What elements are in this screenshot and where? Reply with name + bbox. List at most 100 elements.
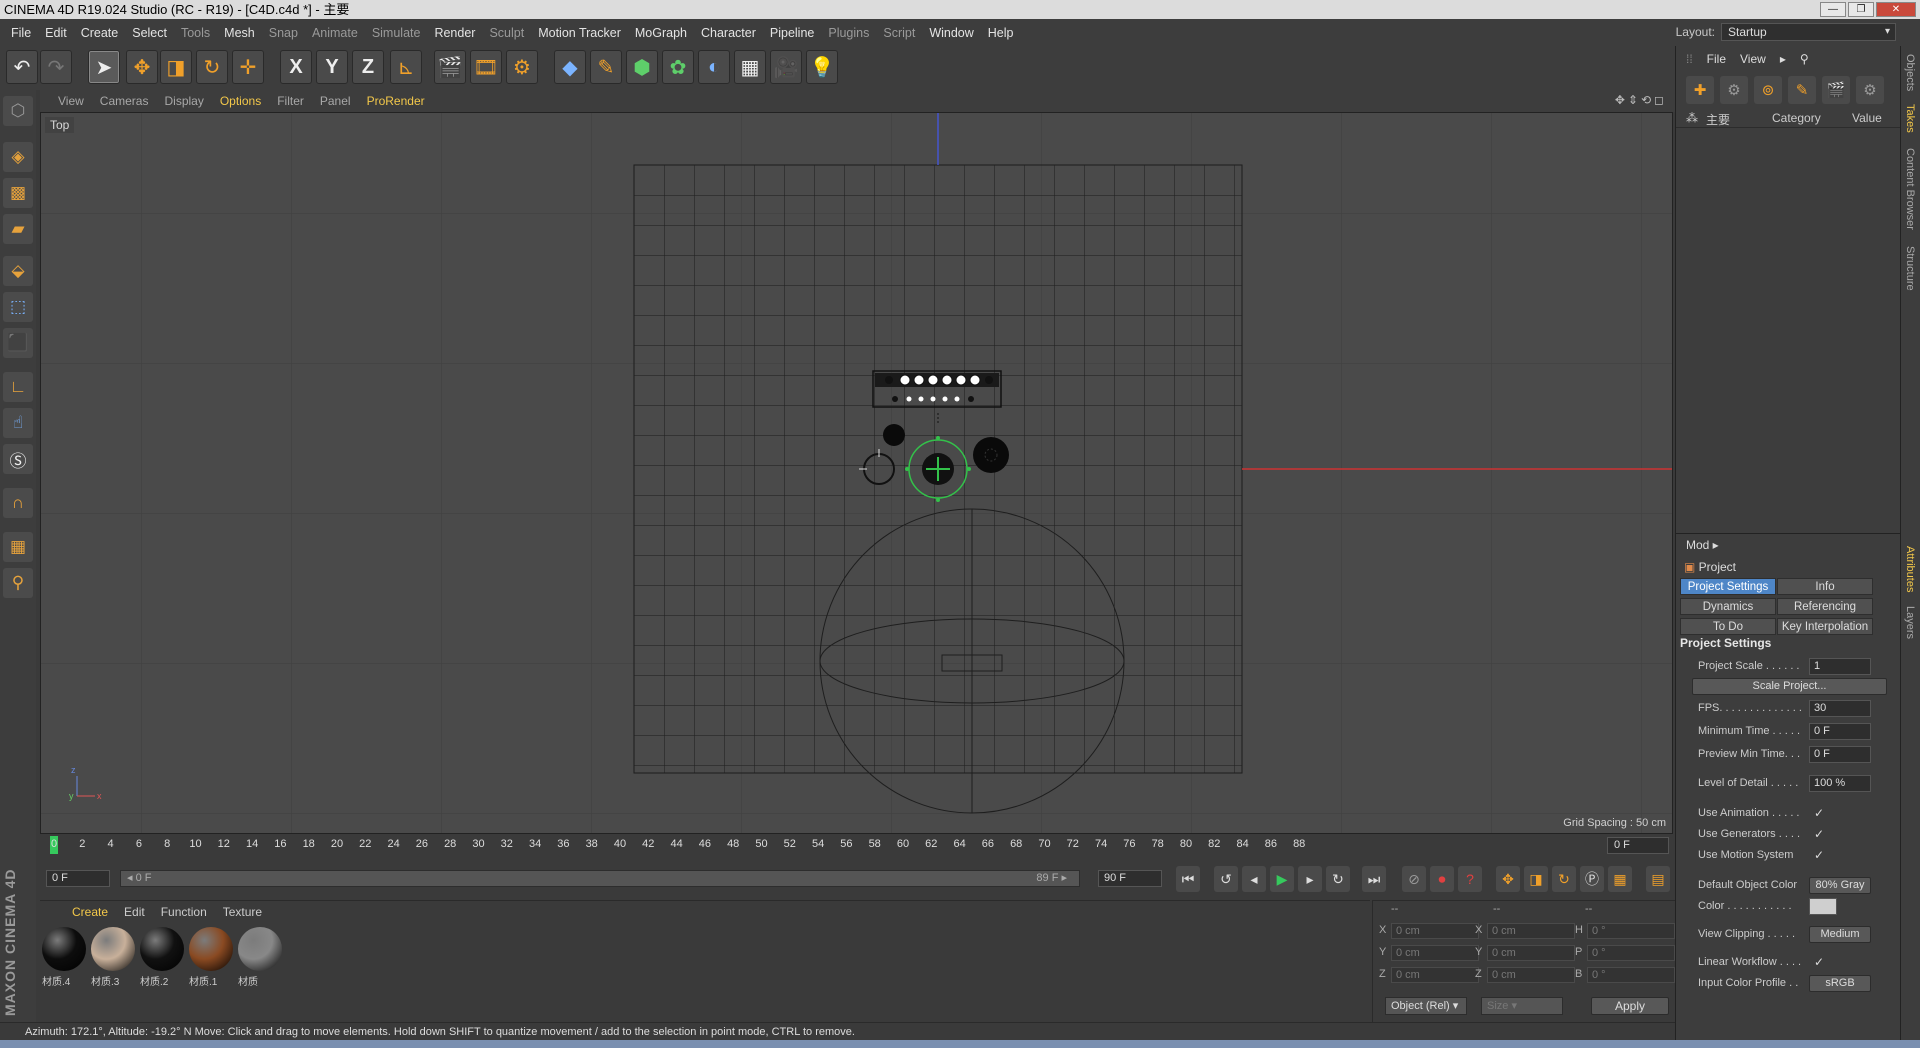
attr-mode-menu[interactable]: Mod <box>1686 538 1709 552</box>
menu-pipeline[interactable]: Pipeline <box>763 26 821 40</box>
viewport-menu-filter[interactable]: Filter <box>269 94 312 108</box>
make-editable-icon[interactable]: ⬡ <box>3 96 33 126</box>
start-frame-field[interactable]: 0 F <box>46 870 110 887</box>
menu-character[interactable]: Character <box>694 26 763 40</box>
preview-range-slider[interactable]: ◂ 0 F 89 F ▸ <box>120 870 1080 887</box>
undo-button[interactable]: ↶ <box>6 50 38 84</box>
model-mode-icon[interactable]: ◈ <box>3 142 33 172</box>
coord-field[interactable]: 0 cm <box>1487 967 1575 983</box>
autokey-icon[interactable]: ⏺ <box>1430 866 1454 892</box>
side-tab-takes[interactable]: Takes <box>1904 104 1916 133</box>
tab-to-do[interactable]: To Do <box>1680 618 1776 635</box>
coord-field[interactable]: 0 cm <box>1391 923 1479 939</box>
material-item[interactable]: 材质 <box>238 927 284 988</box>
viewport-label[interactable]: Top <box>45 117 75 133</box>
attr-field[interactable]: 0 F <box>1809 723 1871 740</box>
redo-button[interactable]: ↷ <box>40 50 72 84</box>
timeline-window-icon[interactable]: ▤ <box>1646 866 1670 892</box>
pen-spline-icon[interactable]: ✎ <box>590 50 622 84</box>
side-tab-attributes[interactable]: Attributes <box>1904 546 1916 592</box>
z-axis-button[interactable]: Z <box>352 50 384 84</box>
layout-select[interactable]: Startup <box>1721 23 1896 41</box>
value-column[interactable]: Value <box>1852 111 1882 125</box>
menu-select[interactable]: Select <box>125 26 174 40</box>
record-keys-icon[interactable]: ⊘ <box>1402 866 1426 892</box>
viewport-menu-display[interactable]: Display <box>156 94 211 108</box>
material-item[interactable]: 材质.2 <box>140 927 186 988</box>
key-position-icon[interactable]: ✥ <box>1496 866 1520 892</box>
transform-tool-icon[interactable]: ✛ <box>232 50 264 84</box>
maximize-button[interactable]: ❐ <box>1848 2 1874 17</box>
take-add-icon[interactable]: ✚ <box>1686 76 1714 104</box>
tab-project-settings[interactable]: Project Settings <box>1680 578 1776 595</box>
next-frame-icon[interactable]: ▸ <box>1298 866 1322 892</box>
menu-script[interactable]: Script <box>876 26 922 40</box>
key-parameter-icon[interactable]: Ⓟ <box>1580 866 1604 892</box>
coord-field[interactable]: 0 cm <box>1487 923 1575 939</box>
key-pla-icon[interactable]: ▦ <box>1608 866 1632 892</box>
menu-file[interactable]: File <box>4 26 38 40</box>
menu-mograph[interactable]: MoGraph <box>628 26 694 40</box>
attr-checkbox[interactable]: ✓ <box>1814 955 1824 969</box>
render-view-icon[interactable]: 🎬 <box>434 50 466 84</box>
tab-key-interpolation[interactable]: Key Interpolation <box>1777 618 1873 635</box>
coord-field[interactable]: 0 ° <box>1587 967 1675 983</box>
goto-start-icon[interactable]: ⏮ <box>1176 866 1200 892</box>
timeline-ruler[interactable]: 0 2 4 6 8 10 12 14 16 18 20 22 24 26 28 30 32 34 36 38 40 42 4… <box>40 834 1673 858</box>
material-menu-texture[interactable]: Texture <box>215 905 270 919</box>
menu-help[interactable]: Help <box>981 26 1021 40</box>
objects-menu-icon[interactable]: ⁞⁞ <box>1686 52 1693 66</box>
take-auto-icon[interactable]: ✎ <box>1788 76 1816 104</box>
render-picture-viewer-icon[interactable]: 🎞 <box>470 50 502 84</box>
edges-mode-icon[interactable]: ⬚ <box>3 292 33 322</box>
tab-referencing[interactable]: Referencing <box>1777 598 1873 615</box>
attr-dropdown[interactable]: 80% Gray <box>1809 877 1871 894</box>
attr-dropdown[interactable]: Medium <box>1809 926 1871 943</box>
attr-checkbox[interactable]: ✓ <box>1814 806 1824 820</box>
viewport-menu-cameras[interactable]: Cameras <box>92 94 157 108</box>
take-clone-icon[interactable]: ⚙ <box>1720 76 1748 104</box>
polygons-mode-icon[interactable]: ⬛ <box>3 328 33 358</box>
side-tab-layers[interactable]: Layers <box>1904 606 1916 639</box>
menu-create[interactable]: Create <box>74 26 126 40</box>
play-icon[interactable]: ▶ <box>1270 866 1294 892</box>
deformer-icon[interactable]: ◐ <box>698 50 730 84</box>
viewport-menu-options[interactable]: Options <box>212 94 269 108</box>
take-settings-icon[interactable]: ⚙ <box>1856 76 1884 104</box>
goto-end-icon[interactable]: ⏭ <box>1362 866 1386 892</box>
material-menu-edit[interactable]: Edit <box>116 905 153 919</box>
cube-icon[interactable]: ◆ <box>554 50 586 84</box>
material-item[interactable]: 材质.1 <box>189 927 235 988</box>
menu-render[interactable]: Render <box>427 26 482 40</box>
coordinate-system-icon[interactable]: ⊾ <box>390 50 422 84</box>
material-menu-function[interactable]: Function <box>153 905 215 919</box>
viewport-menu-view[interactable]: View <box>50 94 92 108</box>
attr-checkbox[interactable]: ✓ <box>1814 827 1824 841</box>
texture-mode-icon[interactable]: ▩ <box>3 178 33 208</box>
x-axis-button[interactable]: X <box>280 50 312 84</box>
key-rotation-icon[interactable]: ↻ <box>1552 866 1576 892</box>
menu-sculpt[interactable]: Sculpt <box>482 26 531 40</box>
menu-snap[interactable]: Snap <box>262 26 305 40</box>
menu-plugins[interactable]: Plugins <box>821 26 876 40</box>
points-mode-icon[interactable]: ⬙ <box>3 256 33 286</box>
side-tab-objects[interactable]: Objects <box>1904 54 1916 91</box>
material-item[interactable]: 材质.4 <box>42 927 88 988</box>
current-frame-field[interactable]: 0 F <box>1607 837 1669 854</box>
prev-frame-icon[interactable]: ◂ <box>1242 866 1266 892</box>
prev-key-icon[interactable]: ↺ <box>1214 866 1238 892</box>
floor-icon[interactable]: ▦ <box>734 50 766 84</box>
coord-field[interactable]: 0 cm <box>1487 945 1575 961</box>
key-scale-icon[interactable]: ◨ <box>1524 866 1548 892</box>
tab-info[interactable]: Info <box>1777 578 1873 595</box>
take-render-icon[interactable]: 🎬 <box>1822 76 1850 104</box>
rotate-tool-icon[interactable]: ↻ <box>196 50 228 84</box>
y-axis-button[interactable]: Y <box>316 50 348 84</box>
apply-button[interactable]: Apply <box>1591 997 1669 1015</box>
select-tool-icon[interactable]: ➤ <box>88 50 120 84</box>
attr-dropdown[interactable]: sRGB <box>1809 975 1871 992</box>
menu-motion-tracker[interactable]: Motion Tracker <box>531 26 628 40</box>
coord-field[interactable]: 0 cm <box>1391 945 1479 961</box>
snap-settings-icon[interactable]: ⚲ <box>3 568 33 598</box>
close-button[interactable]: ✕ <box>1876 2 1916 17</box>
